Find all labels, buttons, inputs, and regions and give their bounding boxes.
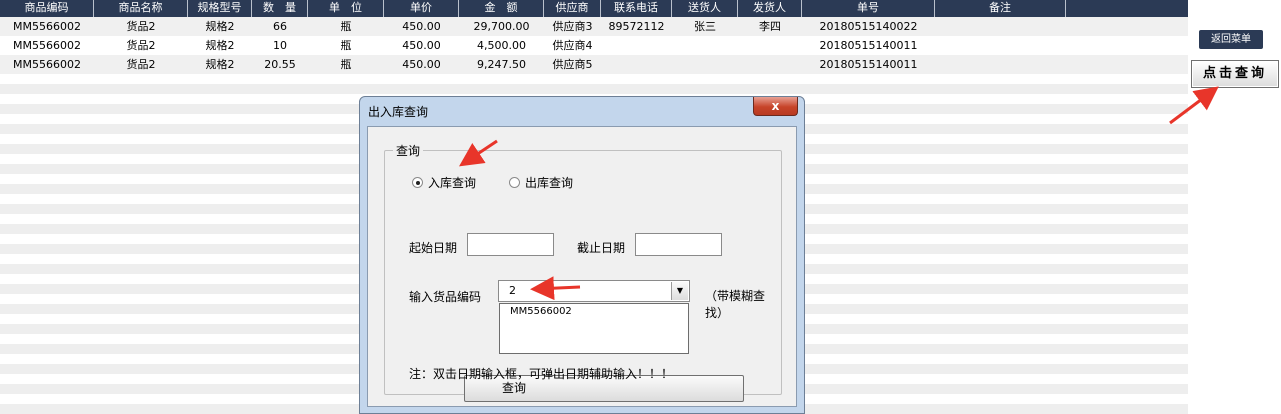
stock-query-dialog: 出入库查询 x 查询 入库查询 出库查询 起始日期 截止日期 输入货品编码 查询… — [359, 96, 805, 414]
fuzzy-search-hint: （带模糊查找） — [705, 289, 766, 320]
cell-deliverer[interactable] — [672, 55, 738, 74]
col-header-amount[interactable]: 金 额 — [459, 0, 544, 17]
radio-inbound-label: 入库查询 — [428, 176, 477, 190]
end-date-input[interactable] — [635, 233, 722, 256]
date-input-note: 注：双击日期输入框，可弹出日期辅助输入！！！ — [409, 367, 674, 381]
cell-order-no[interactable]: 20180515140011 — [802, 55, 935, 74]
col-header-blank[interactable] — [1066, 0, 1188, 17]
cell-order-no[interactable]: 20180515140011 — [802, 36, 935, 55]
dropdown-option[interactable]: MM5566002 — [510, 306, 572, 317]
cell-name[interactable]: 货品2 — [94, 55, 188, 74]
table-row[interactable]: MM5566002 货品2 规格2 66 瓶 450.00 29,700.00 … — [0, 17, 1188, 36]
product-code-combobox[interactable]: 2 ▼ — [498, 280, 690, 302]
radio-selected-icon — [412, 177, 423, 188]
col-header-shipper[interactable]: 发货人 — [738, 0, 802, 17]
cell-name[interactable]: 货品2 — [94, 17, 188, 36]
cell-shipper[interactable] — [738, 36, 802, 55]
col-header-unit[interactable]: 单 位 — [308, 0, 384, 17]
cell-spec[interactable]: 规格2 — [188, 36, 252, 55]
product-code-label: 输入货品编码 — [409, 290, 482, 304]
col-header-deliverer[interactable]: 送货人 — [672, 0, 738, 17]
radio-outbound-query[interactable]: 出库查询 — [509, 174, 573, 191]
cell-deliverer[interactable]: 张三 — [672, 17, 738, 36]
cell-supplier[interactable]: 供应商4 — [544, 36, 601, 55]
cell-qty[interactable]: 10 — [252, 36, 308, 55]
chevron-down-icon[interactable]: ▼ — [671, 282, 688, 300]
click-query-button[interactable]: 点击查询 — [1191, 60, 1279, 88]
radio-unselected-icon — [509, 177, 520, 188]
close-icon: x — [771, 99, 780, 113]
cell-phone[interactable] — [601, 36, 672, 55]
cell-remark[interactable] — [935, 36, 1066, 55]
product-code-dropdown-list: MM5566002 — [499, 303, 689, 354]
cell-unit[interactable]: 瓶 — [308, 55, 384, 74]
end-date-label: 截止日期 — [577, 241, 626, 255]
cell-amount[interactable]: 29,700.00 — [459, 17, 544, 36]
cell-code[interactable]: MM5566002 — [0, 17, 94, 36]
cell-order-no[interactable]: 20180515140022 — [802, 17, 935, 36]
cell-code[interactable]: MM5566002 — [0, 36, 94, 55]
cell-spec[interactable]: 规格2 — [188, 55, 252, 74]
start-date-input[interactable] — [467, 233, 554, 256]
start-date-label: 起始日期 — [409, 241, 458, 255]
cell-price[interactable]: 450.00 — [384, 55, 459, 74]
cell-amount[interactable]: 9,247.50 — [459, 55, 544, 74]
cell-code[interactable]: MM5566002 — [0, 55, 94, 74]
cell-shipper[interactable] — [738, 55, 802, 74]
col-header-remark[interactable]: 备注 — [935, 0, 1066, 17]
col-header-spec[interactable]: 规格型号 — [188, 0, 252, 17]
cell-remark[interactable] — [935, 17, 1066, 36]
cell-unit[interactable]: 瓶 — [308, 17, 384, 36]
cell-phone[interactable]: 89572112 — [601, 17, 672, 36]
dialog-body: 查询 入库查询 出库查询 起始日期 截止日期 输入货品编码 查询 （带模糊查找）… — [367, 126, 797, 407]
cell-name[interactable]: 货品2 — [94, 36, 188, 55]
table-row[interactable]: MM5566002 货品2 规格2 10 瓶 450.00 4,500.00 供… — [0, 36, 1188, 55]
cell-qty[interactable]: 66 — [252, 17, 308, 36]
product-code-value: 2 — [509, 284, 516, 297]
radio-outbound-label: 出库查询 — [525, 176, 574, 190]
dialog-title: 出入库查询 — [368, 105, 429, 119]
cell-qty[interactable]: 20.55 — [252, 55, 308, 74]
cell-amount[interactable]: 4,500.00 — [459, 36, 544, 55]
radio-inbound-query[interactable]: 入库查询 — [412, 174, 476, 191]
col-header-price[interactable]: 单价 — [384, 0, 459, 17]
cell-price[interactable]: 450.00 — [384, 36, 459, 55]
close-button[interactable]: x — [753, 97, 798, 116]
cell-deliverer[interactable] — [672, 36, 738, 55]
back-to-menu-button[interactable]: 返回菜单 — [1199, 30, 1263, 49]
cell-unit[interactable]: 瓶 — [308, 36, 384, 55]
col-header-supplier[interactable]: 供应商 — [544, 0, 601, 17]
cell-shipper[interactable]: 李四 — [738, 17, 802, 36]
col-header-name[interactable]: 商品名称 — [94, 0, 188, 17]
group-label: 查询 — [393, 142, 424, 159]
cell-phone[interactable] — [601, 55, 672, 74]
cell-spec[interactable]: 规格2 — [188, 17, 252, 36]
col-header-phone[interactable]: 联系电话 — [601, 0, 672, 17]
table-row[interactable]: MM5566002 货品2 规格2 20.55 瓶 450.00 9,247.5… — [0, 55, 1188, 74]
cell-remark[interactable] — [935, 55, 1066, 74]
col-header-code[interactable]: 商品编码 — [0, 0, 94, 17]
query-group: 查询 入库查询 出库查询 起始日期 截止日期 输入货品编码 查询 （带模糊查找）… — [384, 142, 782, 402]
col-header-qty[interactable]: 数 量 — [252, 0, 308, 17]
cell-price[interactable]: 450.00 — [384, 17, 459, 36]
row-stripe — [0, 84, 1188, 94]
col-header-order-no[interactable]: 单号 — [802, 0, 935, 17]
cell-supplier[interactable]: 供应商3 — [544, 17, 601, 36]
table-header: 商品编码 商品名称 规格型号 数 量 单 位 单价 金 额 供应商 联系电话 送… — [0, 0, 1188, 17]
cell-supplier[interactable]: 供应商5 — [544, 55, 601, 74]
